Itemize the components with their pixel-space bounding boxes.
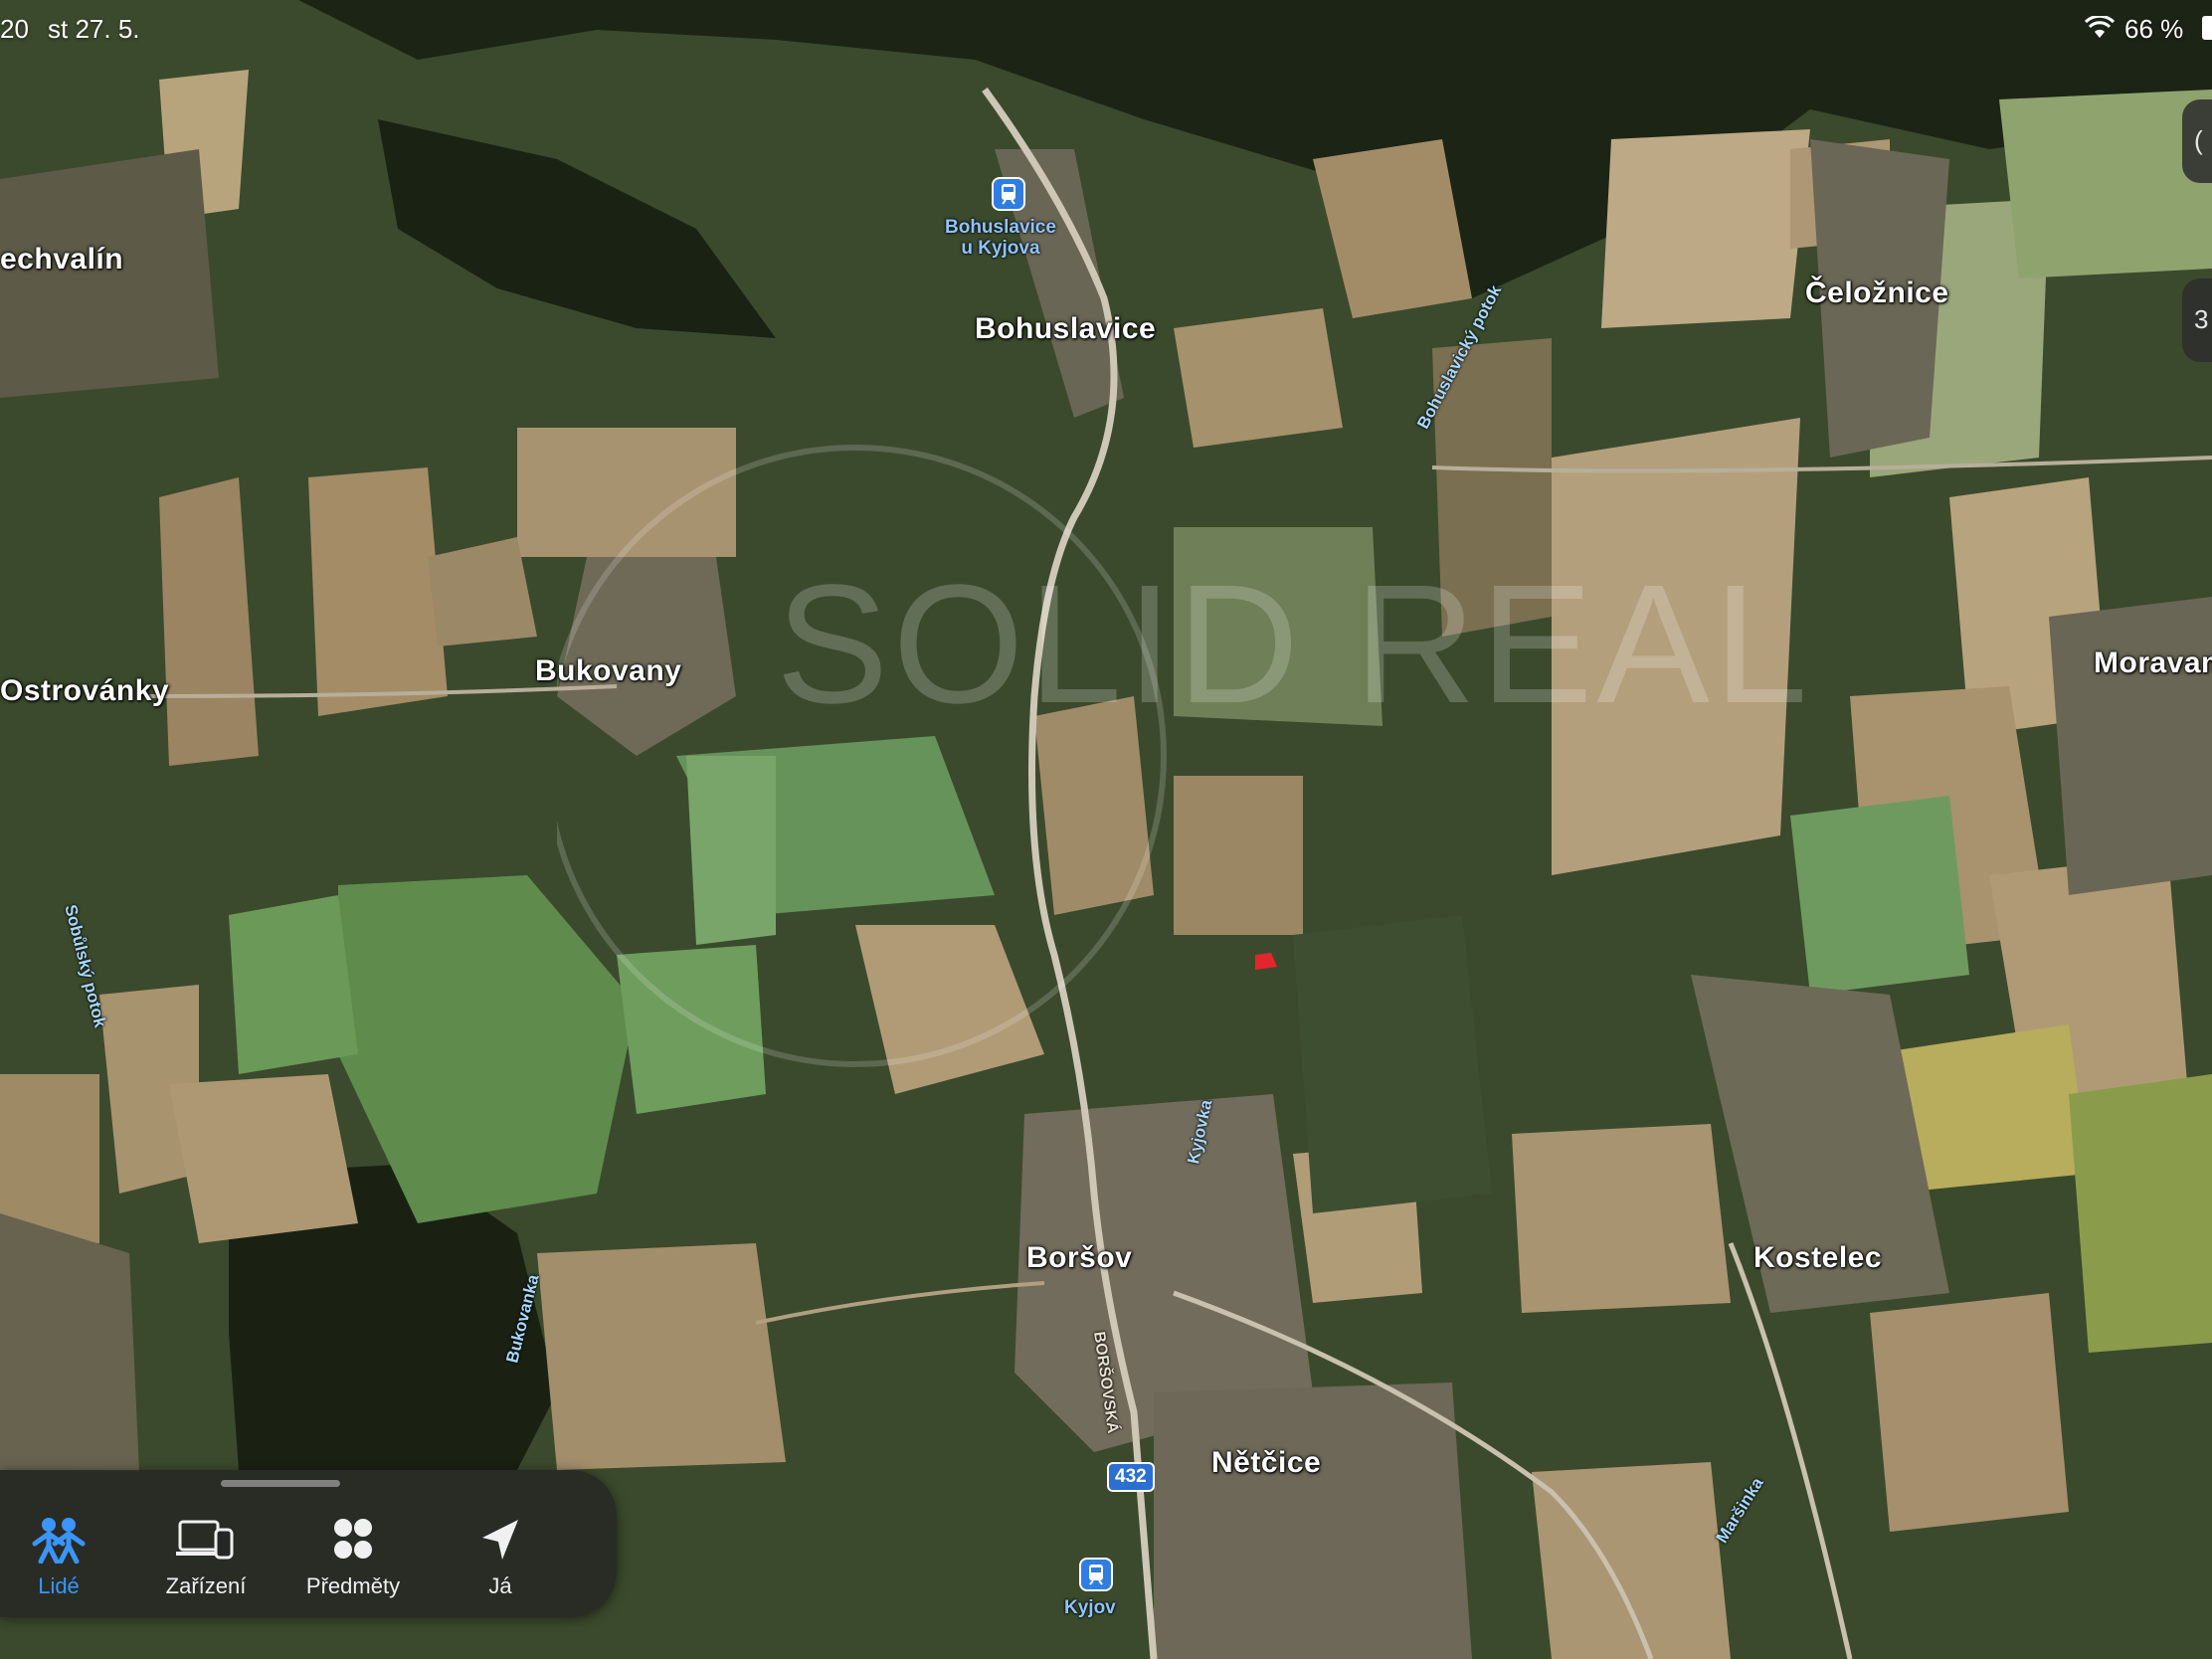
town-label-kostelec[interactable]: Kostelec	[1753, 1241, 1882, 1275]
station-label-kyjov[interactable]: Kyjov	[1064, 1597, 1116, 1618]
3d-view-button[interactable]: 3	[2182, 278, 2212, 362]
town-label-moravany[interactable]: Moravan	[2094, 646, 2212, 680]
town-label-netcice[interactable]: Nětčice	[1211, 1446, 1321, 1480]
town-label-bohuslavice[interactable]: Bohuslavice	[975, 312, 1156, 346]
devices-icon	[176, 1520, 234, 1560]
map-mode-button[interactable]: (	[2182, 99, 2212, 183]
sheet-grabber-handle[interactable]	[221, 1480, 340, 1487]
route-shield-432: 432	[1107, 1462, 1155, 1492]
tab-me[interactable]: Já	[436, 1516, 565, 1599]
town-label-chvalin[interactable]: echvalín	[0, 243, 123, 276]
train-icon[interactable]	[992, 177, 1025, 211]
tab-label-devices: Zařízení	[165, 1573, 247, 1598]
battery-percent: 66 %	[2124, 14, 2184, 44]
town-label-borsov[interactable]: Boršov	[1026, 1241, 1132, 1275]
status-date: st 27. 5.	[48, 14, 140, 44]
town-label-celoznice[interactable]: Čeložnice	[1805, 276, 1949, 310]
wifi-icon	[2084, 14, 2116, 45]
map-mode-label: (	[2194, 125, 2203, 155]
town-label-ostrovanky[interactable]: Ostrovánky	[0, 674, 169, 708]
station-label-bohuslavice[interactable]: Bohuslavice u Kyjova	[945, 217, 1056, 259]
tab-devices[interactable]: Zařízení	[141, 1516, 271, 1599]
tab-label-me: Já	[488, 1573, 512, 1598]
tab-label-people: Lidé	[38, 1573, 80, 1598]
town-label-bukovany[interactable]: Bukovany	[535, 654, 681, 688]
battery-icon	[2202, 16, 2212, 40]
tab-people[interactable]: Lidé	[0, 1516, 123, 1599]
train-icon[interactable]	[1079, 1558, 1113, 1591]
tab-items[interactable]: Předměty	[288, 1516, 418, 1599]
3d-view-label: 3	[2194, 304, 2209, 334]
tab-label-items: Předměty	[305, 1573, 401, 1598]
items-icon	[334, 1519, 372, 1559]
people-icon	[32, 1518, 86, 1564]
location-arrow-icon	[482, 1520, 518, 1560]
find-my-tabbar: Lidé Zařízení Předměty Já	[0, 1470, 617, 1617]
status-time: 20	[0, 14, 29, 44]
